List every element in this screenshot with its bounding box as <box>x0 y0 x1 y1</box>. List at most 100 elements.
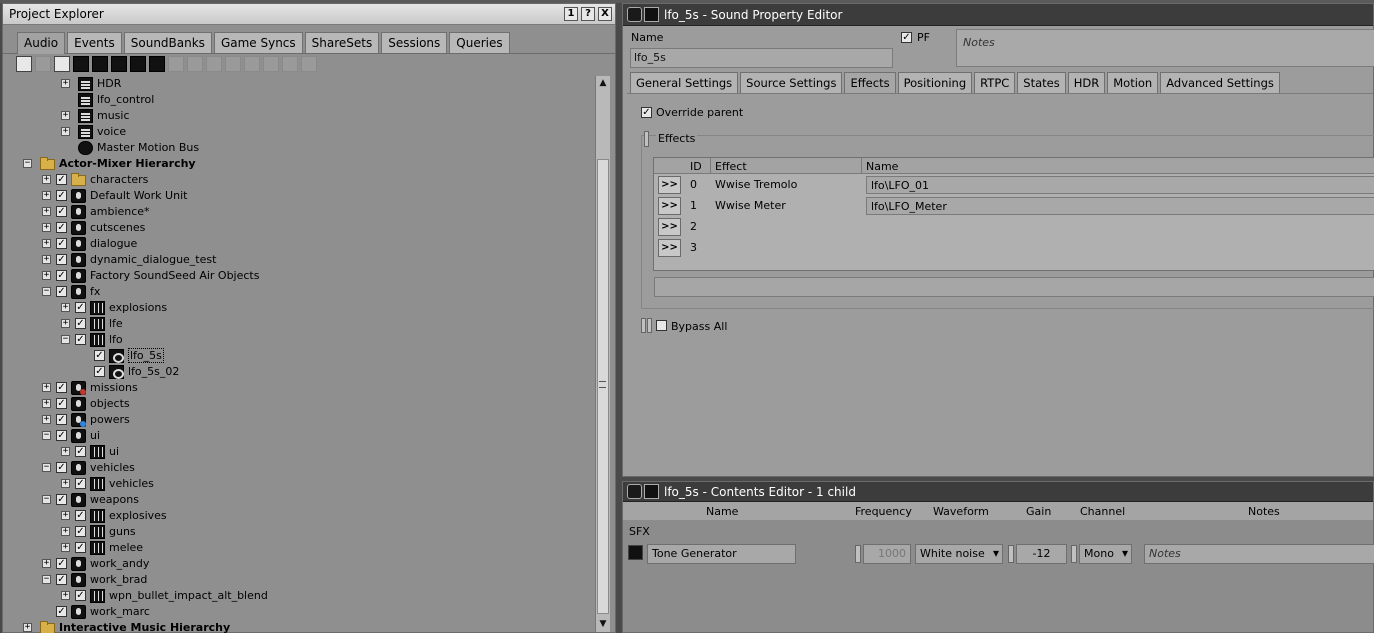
sound-icon[interactable] <box>168 56 184 72</box>
override-parent-checkbox[interactable]: ✓ <box>641 107 652 118</box>
expand-icon[interactable]: + <box>42 383 51 392</box>
sequence-container-icon[interactable] <box>111 56 127 72</box>
include-checkbox[interactable]: ✓ <box>56 286 67 297</box>
source-name-field[interactable]: Tone Generator <box>647 544 796 564</box>
expand-icon[interactable]: + <box>61 527 70 536</box>
include-checkbox[interactable]: ✓ <box>56 238 67 249</box>
include-checkbox[interactable]: ✓ <box>56 414 67 425</box>
tree-item[interactable]: + ✓ work_andy <box>11 556 605 572</box>
channel-dropdown[interactable]: Mono <box>1079 544 1132 564</box>
include-checkbox[interactable]: ✓ <box>94 350 105 361</box>
tab-game-syncs[interactable]: Game Syncs <box>213 32 303 53</box>
tab-audio[interactable]: Audio <box>17 32 66 54</box>
collapse-icon[interactable]: − <box>42 287 51 296</box>
tab-rtpc[interactable]: RTPC <box>974 72 1016 93</box>
expand-icon[interactable]: + <box>61 511 70 520</box>
tree-item[interactable]: + ✓ dialogue <box>11 236 605 252</box>
tree-item[interactable]: ✓ lfo_5s <box>11 348 605 364</box>
scroll-down-icon[interactable]: ▼ <box>596 617 610 632</box>
expand-icon[interactable]: + <box>42 415 51 424</box>
expand-icon[interactable]: + <box>42 175 51 184</box>
motion-icon[interactable] <box>263 56 279 72</box>
tree-item[interactable]: + Interactive Music Hierarchy <box>11 620 605 633</box>
tree-item[interactable]: + ✓ ui <box>11 444 605 460</box>
include-checkbox[interactable]: ✓ <box>75 446 86 457</box>
aux-bus-icon[interactable] <box>225 56 241 72</box>
expand-icon[interactable]: + <box>42 271 51 280</box>
include-checkbox[interactable]: ✓ <box>75 334 86 345</box>
channel-link-icon[interactable] <box>1071 545 1077 563</box>
tree-item[interactable]: − ✓ vehicles <box>11 460 605 476</box>
include-checkbox[interactable]: ✓ <box>56 430 67 441</box>
expand-icon[interactable]: + <box>42 223 51 232</box>
row-notes-field[interactable]: Notes <box>1144 544 1374 564</box>
blank-icon[interactable] <box>35 56 51 72</box>
expand-icon[interactable]: + <box>42 239 51 248</box>
frequency-link-icon[interactable] <box>855 545 861 563</box>
frequency-field[interactable]: 1000 <box>863 544 911 564</box>
include-checkbox[interactable]: ✓ <box>56 222 67 233</box>
collapse-icon[interactable]: − <box>42 575 51 584</box>
include-checkbox[interactable]: ✓ <box>75 510 86 521</box>
layout-number-button[interactable]: 1 <box>564 7 578 21</box>
tree-item[interactable]: + ✓ ambience* <box>11 204 605 220</box>
bypass-link-icon[interactable] <box>641 318 646 333</box>
include-checkbox[interactable]: ✓ <box>94 366 105 377</box>
switch-container-icon[interactable] <box>130 56 146 72</box>
include-checkbox[interactable]: ✓ <box>56 558 67 569</box>
tab-general-settings[interactable]: General Settings <box>630 72 739 93</box>
include-checkbox[interactable]: ✓ <box>75 590 86 601</box>
notes-field[interactable]: Notes <box>956 29 1374 67</box>
expand-icon[interactable]: + <box>61 543 70 552</box>
collapse-icon[interactable]: − <box>42 463 51 472</box>
expand-icon[interactable]: + <box>42 559 51 568</box>
tree-item[interactable]: + ✓ guns <box>11 524 605 540</box>
tree-item[interactable]: + voice <box>11 124 605 140</box>
tree-scrollbar[interactable]: ▲ ▼ <box>595 76 610 632</box>
tree-item[interactable]: ✓ lfo_5s_02 <box>11 364 605 380</box>
tree-item[interactable]: + ✓ dynamic_dialogue_test <box>11 252 605 268</box>
actor-mixer-icon[interactable] <box>73 56 89 72</box>
help-button[interactable]: ? <box>581 7 595 21</box>
tree-item[interactable]: − ✓ work_brad <box>11 572 605 588</box>
tab-events[interactable]: Events <box>67 32 122 53</box>
tree-item[interactable]: − ✓ lfo <box>11 332 605 348</box>
blend-container-icon[interactable] <box>149 56 165 72</box>
tree-item[interactable]: Master Motion Bus <box>11 140 605 156</box>
collapse-icon[interactable]: − <box>42 495 51 504</box>
expand-icon[interactable]: + <box>61 303 70 312</box>
music-icon[interactable] <box>244 56 260 72</box>
expand-icon[interactable]: + <box>61 591 70 600</box>
bus-icon[interactable] <box>206 56 222 72</box>
tree-item[interactable]: + ✓ explosives <box>11 508 605 524</box>
playlist-icon[interactable] <box>301 56 317 72</box>
tab-queries[interactable]: Queries <box>449 32 510 53</box>
expand-icon[interactable]: + <box>61 79 70 88</box>
include-checkbox[interactable]: ✓ <box>56 382 67 393</box>
expand-icon[interactable]: + <box>42 255 51 264</box>
tab-positioning[interactable]: Positioning <box>897 72 973 93</box>
voice-icon[interactable] <box>187 56 203 72</box>
tree-item[interactable]: + ✓ explosions <box>11 300 605 316</box>
tree-item[interactable]: + ✓ wpn_bullet_impact_alt_blend <box>11 588 605 604</box>
random-container-icon[interactable] <box>92 56 108 72</box>
close-button[interactable]: X <box>598 7 612 21</box>
folder-icon[interactable] <box>54 56 70 72</box>
tree-item[interactable]: − ✓ fx <box>11 284 605 300</box>
include-checkbox[interactable]: ✓ <box>56 574 67 585</box>
include-checkbox[interactable]: ✓ <box>56 462 67 473</box>
waveform-dropdown[interactable]: White noise <box>915 544 1003 564</box>
tree-item[interactable]: + ✓ characters <box>11 172 605 188</box>
include-checkbox[interactable]: ✓ <box>75 318 86 329</box>
effects-link-icon[interactable] <box>644 131 649 147</box>
tab-sessions[interactable]: Sessions <box>381 32 448 53</box>
collapse-icon[interactable]: − <box>23 159 32 168</box>
tree-item[interactable]: + ✓ vehicles <box>11 476 605 492</box>
tab-effects[interactable]: Effects <box>844 72 896 93</box>
include-checkbox[interactable]: ✓ <box>56 190 67 201</box>
tree-item[interactable]: + ✓ melee <box>11 540 605 556</box>
tab-advanced-settings[interactable]: Advanced Settings <box>1160 72 1280 93</box>
expand-icon[interactable]: + <box>42 399 51 408</box>
gain-field[interactable]: -12 <box>1016 544 1067 564</box>
include-checkbox[interactable]: ✓ <box>56 206 67 217</box>
